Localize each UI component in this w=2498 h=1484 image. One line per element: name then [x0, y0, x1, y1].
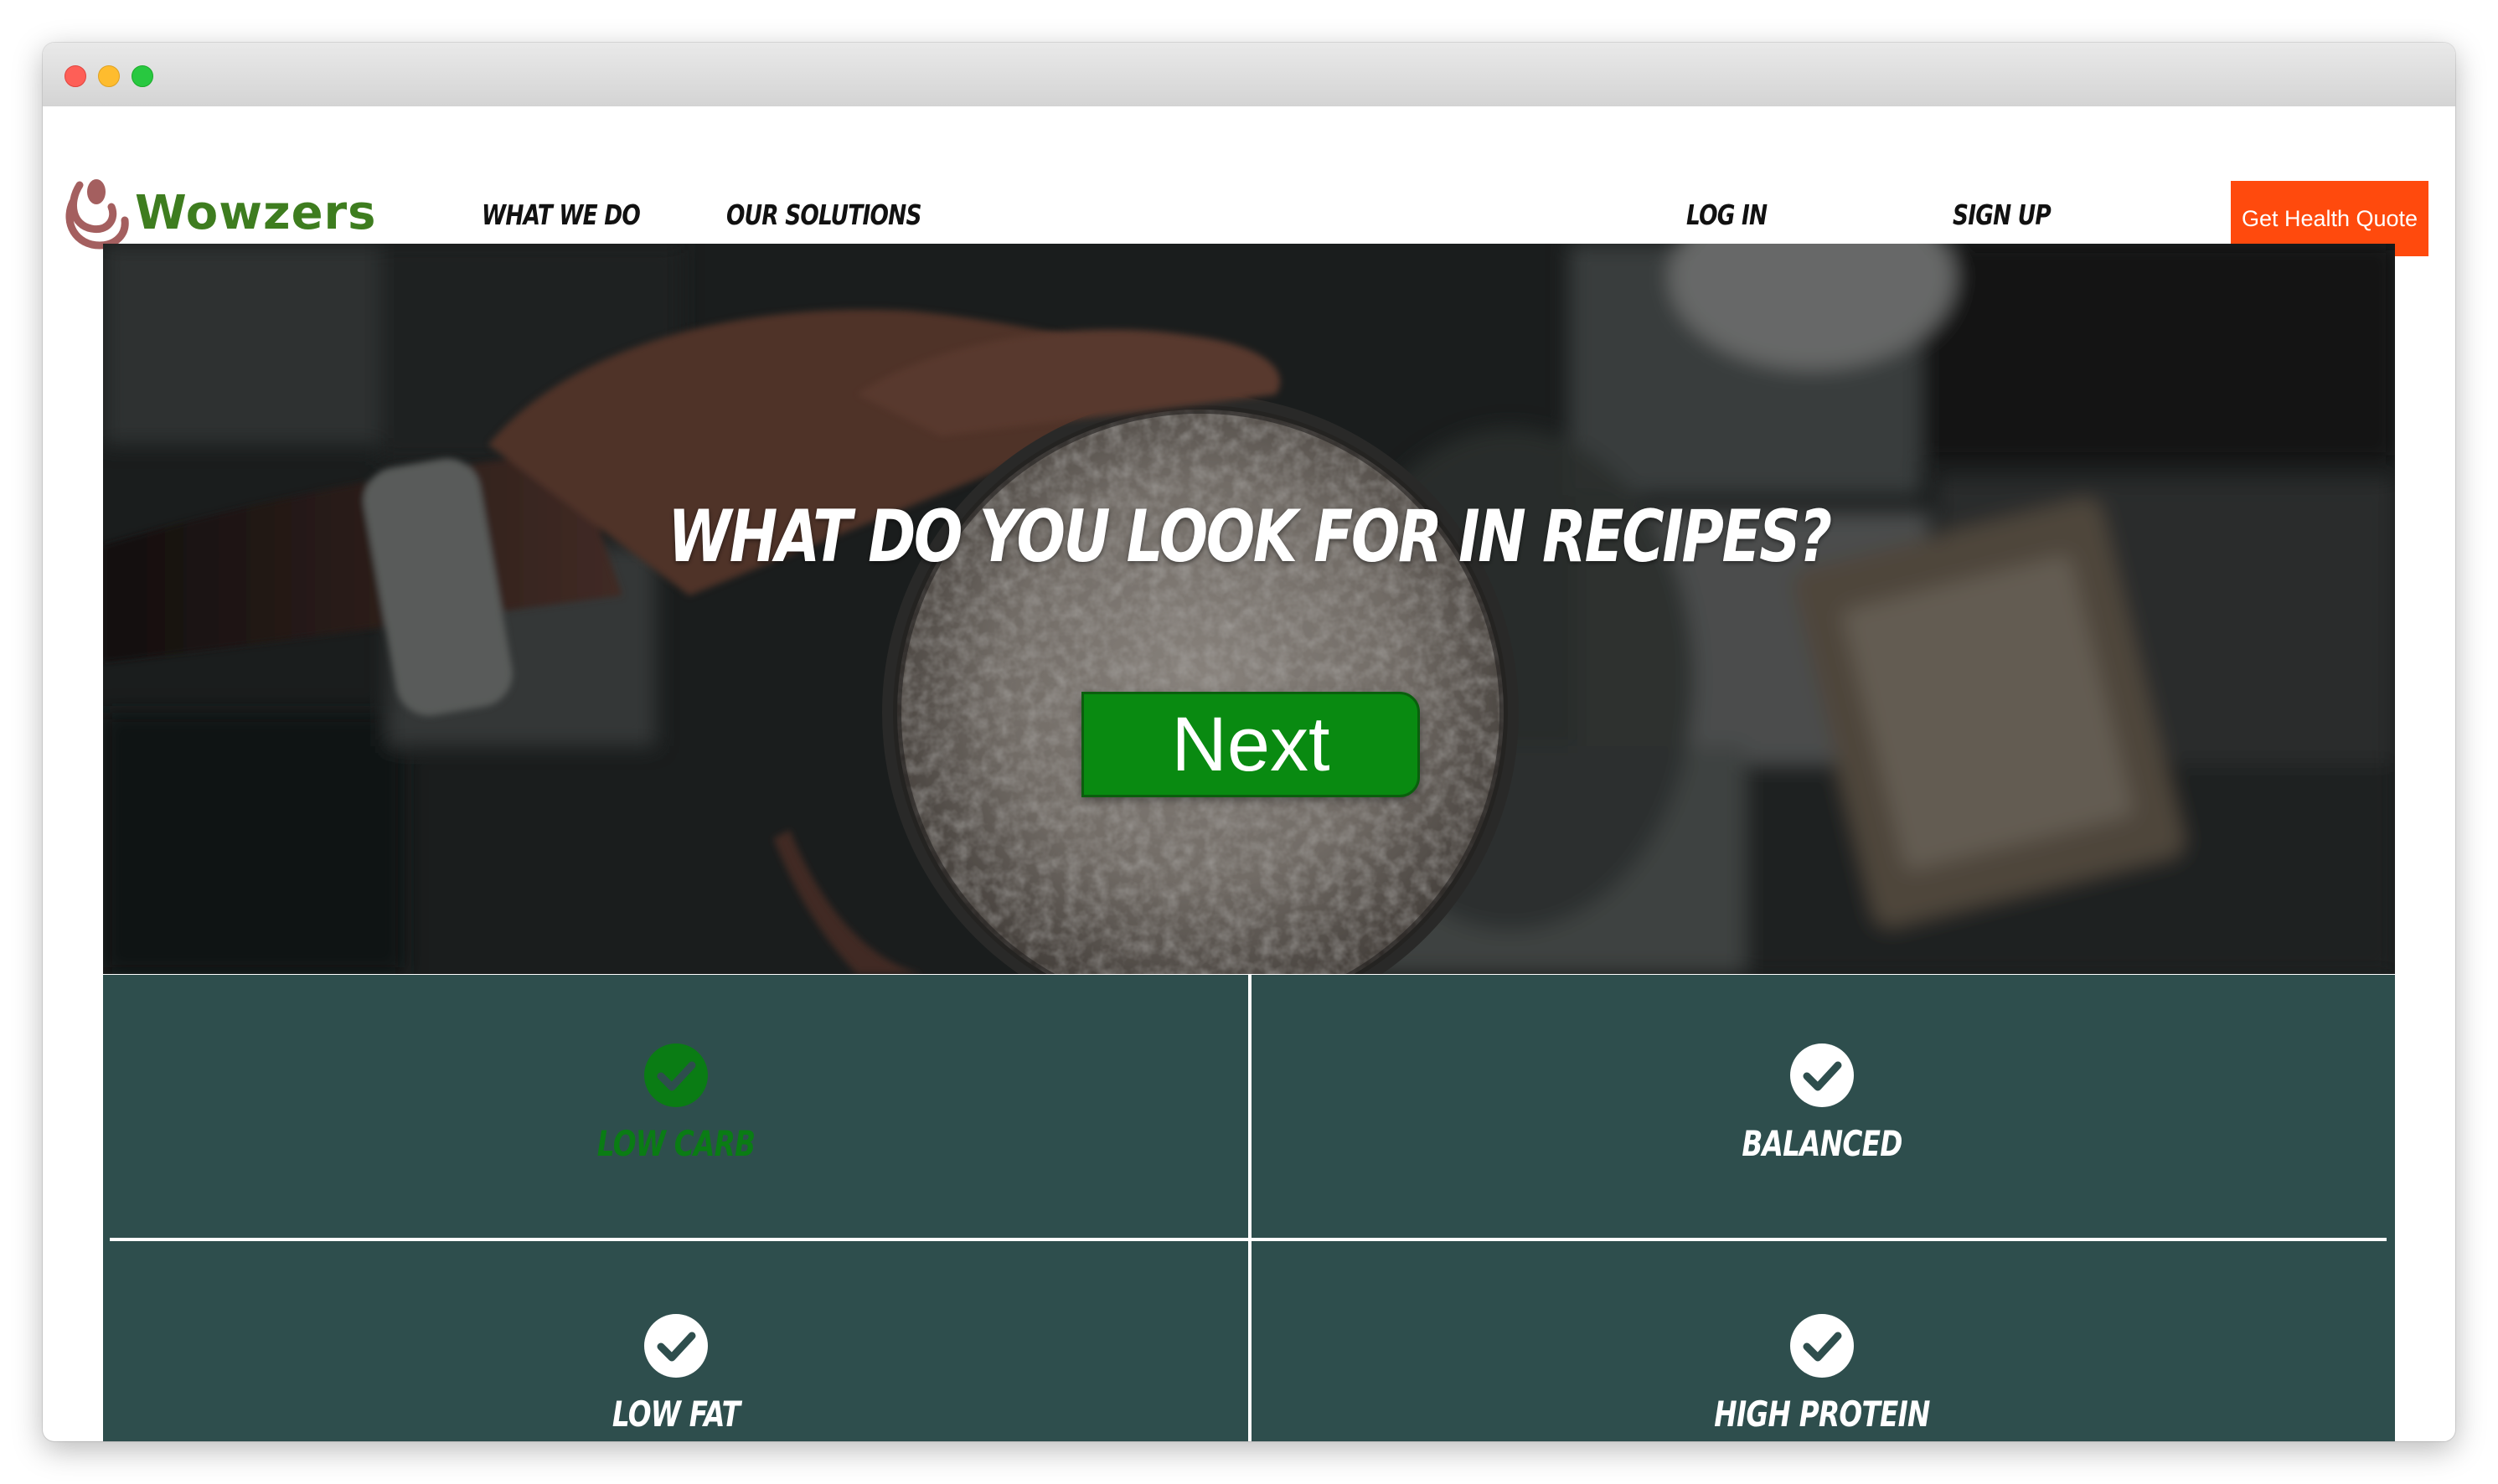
check-circle-icon — [644, 1314, 708, 1378]
window-titlebar — [43, 43, 2455, 107]
nav-log-in[interactable]: LOG IN — [1686, 198, 1768, 231]
close-window-button[interactable] — [65, 65, 86, 87]
brand-name: Wowzers — [135, 185, 377, 240]
option-balanced[interactable]: BALANCED — [1249, 975, 2395, 1243]
check-circle-icon — [1790, 1043, 1854, 1107]
option-low-carb[interactable]: LOW CARB — [103, 975, 1249, 1243]
option-label: LOW FAT — [612, 1394, 741, 1435]
option-high-protein[interactable]: HIGH PROTEIN — [1249, 1245, 2395, 1441]
wowzers-logo-icon — [65, 179, 129, 250]
option-label: LOW CARB — [596, 1123, 756, 1164]
minimize-window-button[interactable] — [98, 65, 120, 87]
brand-logo[interactable]: Wowzers — [61, 173, 377, 252]
next-button[interactable]: Next — [1081, 692, 1420, 797]
hero-section: WHAT DO YOU LOOK FOR IN RECIPES? Next — [103, 244, 2395, 974]
check-circle-icon — [644, 1043, 708, 1107]
diet-options-panel: LOW CARB BALANCED LOW FAT HIGH PROTEIN — [103, 975, 2395, 1441]
option-label: HIGH PROTEIN — [1714, 1394, 1930, 1435]
nav-sign-up[interactable]: SIGN UP — [1953, 198, 2052, 231]
nav-our-solutions[interactable]: OUR SOLUTIONS — [726, 198, 921, 231]
browser-window: Wowzers WHAT WE DO OUR SOLUTIONS LOG IN … — [43, 43, 2455, 1441]
maximize-window-button[interactable] — [132, 65, 153, 87]
check-circle-icon — [1790, 1314, 1854, 1378]
hero-dark-overlay — [103, 244, 2395, 974]
nav-what-we-do[interactable]: WHAT WE DO — [482, 198, 641, 231]
option-label: BALANCED — [1742, 1123, 1902, 1164]
option-low-fat[interactable]: LOW FAT — [103, 1245, 1249, 1441]
quiz-question-title: WHAT DO YOU LOOK FOR IN RECIPES? — [668, 495, 1832, 579]
